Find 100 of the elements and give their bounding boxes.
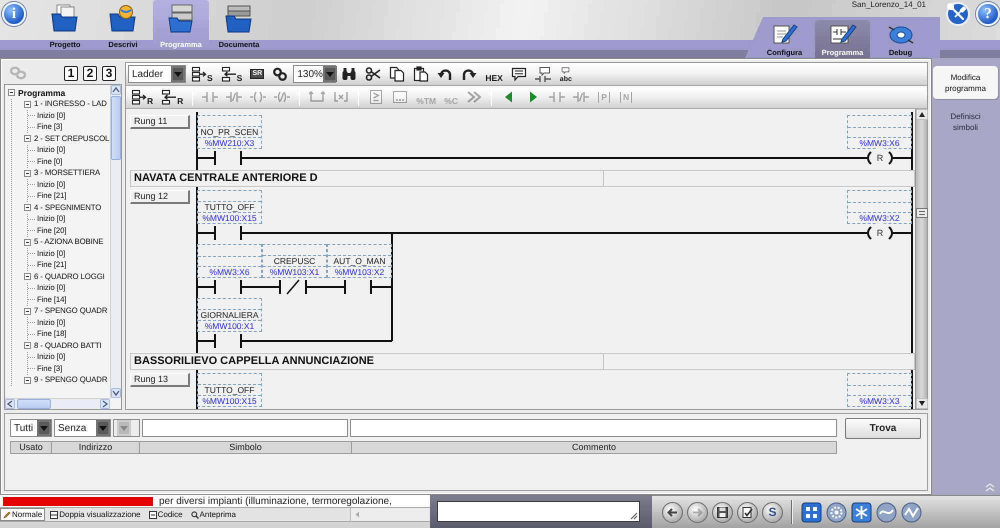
column-header[interactable]: Usato (10, 441, 52, 454)
scrollbar-thumb[interactable] (916, 208, 928, 218)
slashed-contact-icon (226, 89, 242, 105)
address-label: %MW3:X6 (209, 267, 250, 277)
insert-set-button[interactable]: S (218, 64, 246, 84)
column-header[interactable]: Commento (352, 441, 837, 454)
coil-icon (250, 89, 266, 105)
language-select[interactable]: Ladder (128, 65, 186, 83)
zoom-select[interactable]: 130% (293, 65, 336, 83)
symbol-label: CREPUSC (274, 256, 316, 266)
rows-arrow-icon (191, 66, 207, 82)
collapse-icon[interactable] (24, 135, 31, 142)
vertical-scrollbar[interactable] (110, 85, 121, 398)
contact-symbol (196, 150, 263, 166)
symbol-label: GIORNALIERA (200, 310, 259, 320)
grid-icon[interactable] (801, 502, 822, 522)
view-number-button[interactable]: 1 (64, 66, 78, 80)
collapse-icon[interactable] (24, 342, 31, 350)
scrollbar-thumb[interactable] (111, 96, 121, 160)
collapse-icon[interactable] (24, 100, 31, 108)
caret-down-icon[interactable] (322, 66, 337, 82)
tilde-icon[interactable] (876, 502, 897, 522)
view-tab[interactable]: Normale (0, 508, 46, 521)
collapse-icon[interactable] (24, 376, 31, 384)
asterisk-icon[interactable] (851, 502, 872, 522)
right-chevron-icon[interactable] (100, 399, 110, 409)
up-triangle-icon[interactable] (916, 109, 928, 120)
scrollbar-thumb[interactable] (17, 399, 51, 409)
view-number-button[interactable]: 2 (83, 66, 97, 80)
horizontal-scrollbar[interactable] (350, 508, 430, 521)
pencil-icon (3, 510, 11, 518)
address-label: %MW210:X3 (204, 138, 254, 148)
verify-button[interactable] (737, 502, 758, 522)
collapse-icon[interactable] (24, 170, 31, 177)
contact-icon (549, 89, 566, 105)
right-arrow-icon (691, 506, 704, 518)
collapse-icon[interactable] (24, 273, 31, 280)
filter-select[interactable]: Senza (54, 419, 111, 437)
paste-icon (413, 66, 430, 82)
rung-label-button[interactable]: Rung 13 (130, 373, 190, 387)
filter-select[interactable]: Tutti (10, 419, 52, 437)
left-chevron-icon[interactable] (5, 399, 15, 409)
input-field[interactable] (350, 419, 837, 437)
document-text: per diversi impianti (illuminazione, termoregolazione, (159, 496, 392, 506)
view-tab[interactable]: Codice (146, 508, 186, 521)
insert-reset-button[interactable]: R (128, 87, 156, 107)
collapse-icon[interactable] (24, 204, 31, 212)
contact-symbol (196, 225, 263, 241)
symbol-label: TUTTO_OFF (204, 385, 254, 395)
input-field[interactable] (142, 419, 348, 437)
side-tab[interactable]: Definisci simboli (933, 105, 998, 138)
view-tab[interactable]: Doppia visualizzazione (47, 508, 144, 521)
rows-arrow-icon (161, 89, 178, 105)
search-button[interactable]: Trova (845, 418, 921, 438)
insert-set-button[interactable]: S (188, 64, 216, 84)
rung-label-button[interactable]: Rung 12 (130, 190, 190, 204)
copy-icon (389, 66, 406, 82)
column-header[interactable]: Simbolo (140, 441, 352, 454)
contact-symbol (326, 279, 393, 295)
view-tab[interactable]: Anteprima (188, 508, 239, 521)
speech-bubble-icon (560, 65, 572, 76)
dotted-block-icon (392, 89, 408, 105)
dotted-circle-icon[interactable] (826, 502, 847, 522)
input-field[interactable] (437, 501, 640, 522)
back-button[interactable] (662, 502, 683, 522)
up-chevron-icon[interactable] (111, 85, 121, 95)
down-triangle-icon[interactable] (916, 398, 928, 409)
symbol-button[interactable]: S (762, 502, 783, 522)
compare-block-icon (368, 89, 384, 105)
code-box-icon (148, 510, 157, 518)
collapse-icon[interactable] (24, 238, 31, 246)
collapse-icon[interactable] (24, 308, 31, 315)
diagram-pencil-icon (828, 22, 856, 46)
contact-symbol (196, 279, 263, 295)
ladder-wire (893, 232, 912, 234)
tree-item[interactable]: Programma (18, 88, 66, 98)
contact-icon (202, 89, 218, 105)
collapse-icon[interactable] (8, 89, 15, 96)
split-view-icon (50, 510, 58, 518)
zigzag-icon[interactable] (901, 502, 922, 522)
horizontal-scrollbar[interactable] (5, 398, 110, 409)
resize-grip-icon[interactable] (629, 511, 638, 520)
hex-button[interactable]: HEX (482, 64, 506, 84)
view-number-button[interactable]: 3 (102, 66, 116, 80)
save-button[interactable] (712, 502, 733, 522)
address-label: %MW100:X1 (204, 321, 254, 331)
column-header[interactable]: Indirizzo (52, 441, 140, 454)
slashed-contact-icon (573, 89, 590, 105)
reset-coil: R (867, 148, 893, 168)
insert-reset-button[interactable]: R (158, 87, 186, 107)
rung-label-button[interactable]: Rung 11 (130, 115, 190, 129)
tools-icon[interactable] (946, 2, 970, 26)
down-chevron-icon[interactable] (111, 388, 121, 398)
section-title: NAVATA CENTRALE ANTERIORE D (131, 171, 604, 186)
vertical-scrollbar[interactable] (915, 109, 927, 409)
symbol-label: AUT_O_MAN (334, 256, 386, 266)
address-label: %MW3:X3 (859, 396, 900, 406)
side-tab[interactable]: Modifica programma (933, 66, 998, 99)
bubble-contact-icon (534, 66, 551, 82)
address-label: %MW103:X1 (270, 267, 320, 277)
